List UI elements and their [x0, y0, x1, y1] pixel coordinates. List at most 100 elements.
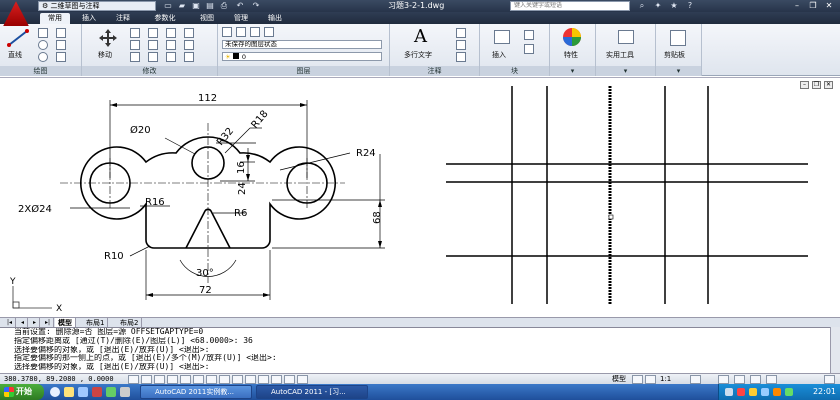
command-input-line[interactable]: 选择要偏移的对象，或 [退出(E)/放弃(U)] <退出>: — [14, 363, 830, 372]
help-icon[interactable]: ? — [684, 1, 696, 11]
tab-parametric[interactable]: 参数化 — [142, 13, 188, 24]
tray-app-icon[interactable] — [773, 388, 781, 396]
erase-icon[interactable] — [166, 28, 176, 38]
table-icon[interactable] — [456, 52, 466, 62]
quicklaunch-folder-icon[interactable] — [64, 387, 74, 397]
help-search-input[interactable]: 键入关键字或短语 — [510, 1, 630, 11]
open-file-icon[interactable]: ▰ — [176, 1, 188, 11]
tab-insert[interactable]: 插入 — [74, 13, 104, 24]
explode-icon[interactable] — [184, 28, 194, 38]
tab-home[interactable]: 常用 — [40, 13, 70, 24]
create-block-icon[interactable] — [524, 30, 534, 40]
move-label[interactable]: 移动 — [98, 50, 112, 60]
layer-freeze-icon[interactable] — [236, 27, 246, 37]
offset-icon[interactable] — [184, 40, 194, 50]
copy-icon[interactable] — [130, 40, 140, 50]
minimize-icon[interactable]: – — [790, 1, 804, 11]
quicklaunch-app-icon[interactable] — [92, 387, 102, 397]
utilities-dropdown[interactable]: ▾ — [596, 66, 655, 76]
block-panel-title[interactable]: 块 — [480, 66, 549, 76]
arc-icon[interactable] — [56, 52, 66, 62]
move-icon[interactable] — [98, 28, 118, 48]
quicklaunch-media-icon[interactable] — [106, 387, 116, 397]
trim-icon[interactable] — [148, 28, 158, 38]
selection-cycling-icon[interactable] — [297, 375, 308, 384]
tray-network-icon[interactable] — [749, 388, 757, 396]
tab-view[interactable]: 视图 — [192, 13, 222, 24]
lineweight-icon[interactable] — [258, 375, 269, 384]
fillet-icon[interactable] — [166, 40, 176, 50]
utilities-icon[interactable] — [618, 30, 634, 44]
isolate-objects-icon[interactable] — [766, 375, 777, 384]
insert-label[interactable]: 插入 — [492, 50, 506, 60]
clipboard-dropdown[interactable]: ▾ — [656, 66, 701, 76]
command-window[interactable]: 当前设置: 删除源=否 图层=源 OFFSETGAPTYPE=0 指定偏移距离或… — [0, 327, 830, 373]
rectangle-icon[interactable] — [56, 28, 66, 38]
properties-icon[interactable] — [562, 27, 582, 47]
polar-tracking-icon[interactable] — [180, 375, 191, 384]
object-snap-tracking-icon[interactable] — [219, 375, 230, 384]
hardware-acceleration-icon[interactable] — [750, 375, 761, 384]
transparency-icon[interactable] — [271, 375, 282, 384]
tab-annotate[interactable]: 注释 — [108, 13, 138, 24]
save-as-icon[interactable]: ▤ — [204, 1, 216, 11]
layer-lock-icon[interactable] — [250, 27, 260, 37]
clipboard-label[interactable]: 剪贴板 — [664, 50, 685, 60]
leader-icon[interactable] — [456, 40, 466, 50]
annotation-panel-title[interactable]: 注释 — [390, 66, 479, 76]
tray-language-icon[interactable] — [725, 388, 733, 396]
scale-icon[interactable] — [148, 52, 158, 62]
quicklaunch-ie-icon[interactable] — [50, 387, 60, 397]
drawing-canvas[interactable]: – ❐ ✕ 112 Ø20 R32 R18 R24 16 24 68 2XØ24… — [0, 77, 840, 317]
object-snap-icon[interactable] — [193, 375, 204, 384]
redo-icon[interactable]: ↷ — [250, 1, 262, 11]
workspace-combo[interactable]: ⚙ 二维草图与注释 — [38, 1, 156, 11]
quick-view-layouts-icon[interactable] — [632, 375, 643, 384]
edit-icon[interactable] — [184, 52, 194, 62]
hatch-icon[interactable] — [56, 40, 66, 50]
quicklaunch-more-icon[interactable] — [120, 387, 130, 397]
ellipse-icon[interactable] — [38, 52, 48, 62]
insert-block-icon[interactable] — [494, 30, 510, 44]
cad-drawing[interactable]: 112 Ø20 R32 R18 R24 16 24 68 2XØ24 R16 R… — [0, 78, 840, 318]
clipboard-icon[interactable] — [670, 30, 686, 46]
toolbar-lock-icon[interactable] — [734, 375, 745, 384]
annotation-visibility-icon[interactable] — [690, 375, 701, 384]
layer-state-combo[interactable]: 未保存的图层状态 — [222, 40, 382, 49]
snap-mode-icon[interactable] — [141, 375, 152, 384]
task-button-autocad[interactable]: AutoCAD 2011 - [习... — [256, 385, 368, 399]
restore-icon[interactable]: ❐ — [806, 1, 820, 11]
utilities-label[interactable]: 实用工具 — [606, 50, 634, 60]
line-label[interactable]: 直线 — [8, 50, 22, 60]
ortho-mode-icon[interactable] — [167, 375, 178, 384]
close-icon[interactable]: ✕ — [822, 1, 836, 11]
plot-icon[interactable]: ⎙ — [218, 1, 230, 11]
new-file-icon[interactable]: ▭ — [162, 1, 174, 11]
tray-security-icon[interactable] — [737, 388, 745, 396]
layers-panel-title[interactable]: 图层 — [218, 66, 389, 76]
layer-combo[interactable]: ☀ 0 — [222, 52, 382, 61]
tray-update-icon[interactable] — [785, 388, 793, 396]
tray-volume-icon[interactable] — [761, 388, 769, 396]
dynamic-input-icon[interactable] — [245, 375, 256, 384]
3d-object-snap-icon[interactable] — [206, 375, 217, 384]
mtext-label[interactable]: 多行文字 — [404, 50, 432, 60]
task-button-tutorial[interactable]: AutoCAD 2011实例教... — [140, 385, 252, 399]
command-scrollbar[interactable] — [830, 327, 840, 373]
properties-dropdown[interactable]: ▾ — [550, 66, 595, 76]
favorites-icon[interactable]: ★ — [668, 1, 680, 11]
quick-view-drawings-icon[interactable] — [645, 375, 656, 384]
save-icon[interactable]: ▣ — [190, 1, 202, 11]
quick-properties-icon[interactable] — [284, 375, 295, 384]
tab-manage[interactable]: 管理 — [226, 13, 256, 24]
properties-label[interactable]: 特性 — [564, 50, 578, 60]
line-icon[interactable] — [6, 28, 30, 48]
dimension-icon[interactable] — [456, 28, 466, 38]
modify-panel-title[interactable]: 修改 — [82, 66, 217, 76]
layer-properties-icon[interactable] — [222, 27, 232, 37]
quicklaunch-desktop-icon[interactable] — [78, 387, 88, 397]
stretch-icon[interactable] — [130, 52, 140, 62]
edit-block-icon[interactable] — [524, 44, 534, 54]
search-icon[interactable]: ⌕ — [636, 1, 648, 11]
mtext-icon[interactable]: A — [414, 26, 427, 47]
